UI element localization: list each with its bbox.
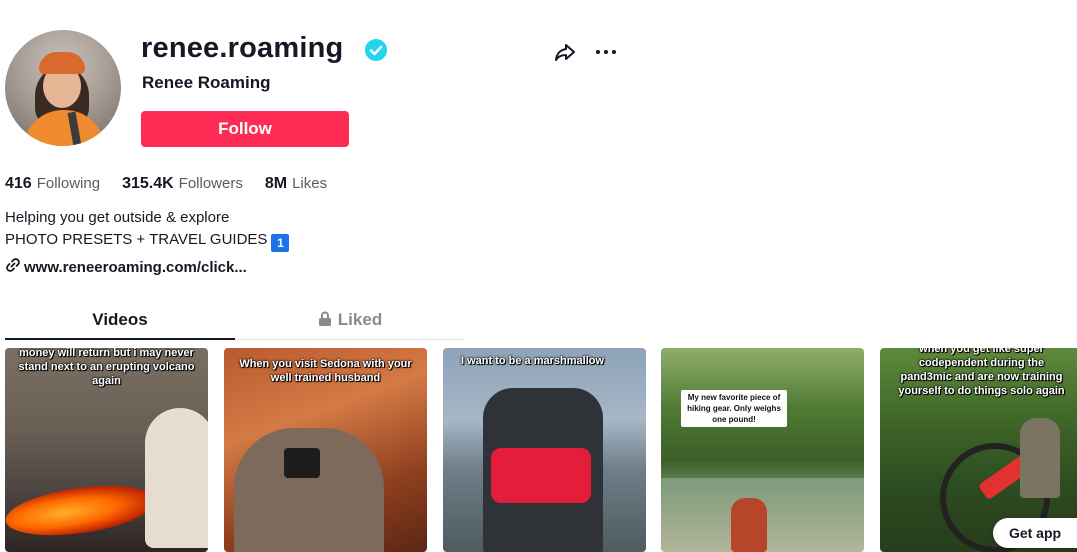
stat-followers[interactable]: 315.4K Followers [122, 175, 243, 193]
verified-icon [365, 39, 387, 61]
video-card[interactable]: money will return but i may never stand … [5, 348, 208, 552]
video-thumbnail-art [284, 448, 320, 478]
video-thumbnail-art [1020, 418, 1060, 498]
bio-line: Helping you get outside & explore [5, 209, 230, 226]
video-caption: I want to be a marshmallow [461, 355, 605, 367]
link-icon [6, 258, 20, 277]
video-thumbnail-art [234, 428, 384, 552]
stat-value: 416 [5, 175, 32, 192]
video-caption: When you visit Sedona with your well tra… [239, 358, 412, 384]
stat-likes: 8M Likes [265, 175, 327, 193]
display-name: Renee Roaming [142, 73, 271, 92]
tab-label: Liked [337, 310, 383, 329]
video-thumbnail-art [145, 408, 208, 548]
video-thumbnail-art [5, 477, 158, 544]
profile-tabs: Videos Liked [5, 305, 465, 340]
link-text: www.reneeroaming.com/click... [24, 259, 247, 276]
tab-indicator [5, 338, 235, 340]
tab-label: Videos [92, 310, 148, 329]
video-grid: money will return but i may never stand … [5, 348, 1077, 552]
video-caption: money will return but i may never stand … [18, 348, 195, 387]
lock-icon [318, 311, 331, 326]
follow-button[interactable]: Follow [141, 111, 349, 147]
video-card[interactable]: I want to be a marshmallow [443, 348, 646, 552]
get-app-button[interactable]: Get app [993, 518, 1077, 548]
stat-value: 315.4K [122, 175, 174, 192]
bio-text: PHOTO PRESETS + TRAVEL GUIDES [5, 231, 268, 248]
bio: Helping you get outside & explore PHOTO … [5, 207, 290, 252]
video-thumbnail-art [491, 448, 591, 503]
video-caption: My new favorite piece of hiking gear. On… [681, 390, 787, 427]
video-card[interactable]: When you visit Sedona with your well tra… [224, 348, 427, 552]
tab-liked[interactable]: Liked [235, 305, 465, 340]
video-thumbnail-art [731, 498, 767, 552]
bio-line: PHOTO PRESETS + TRAVEL GUIDES 1 [5, 229, 290, 252]
share-icon[interactable] [553, 40, 577, 64]
stat-label: Likes [292, 175, 328, 192]
stat-label: Following [36, 175, 101, 192]
avatar-jacket [23, 110, 105, 146]
username: renee.roaming [141, 32, 344, 64]
video-card[interactable]: My new favorite piece of hiking gear. On… [661, 348, 864, 552]
tab-videos[interactable]: Videos [5, 305, 235, 340]
profile-link[interactable]: www.reneeroaming.com/click... [6, 258, 247, 277]
keycap-one-emoji: 1 [271, 234, 290, 252]
stat-following[interactable]: 416 Following [5, 175, 100, 193]
avatar[interactable] [5, 30, 121, 146]
stat-label: Followers [178, 175, 243, 192]
stat-value: 8M [264, 175, 288, 192]
video-caption: when you get like super codependent duri… [898, 348, 1065, 397]
avatar-hat [39, 52, 85, 74]
profile-stats: 416 Following 315.4K Followers 8M Likes [5, 175, 349, 193]
more-icon[interactable] [594, 40, 618, 64]
